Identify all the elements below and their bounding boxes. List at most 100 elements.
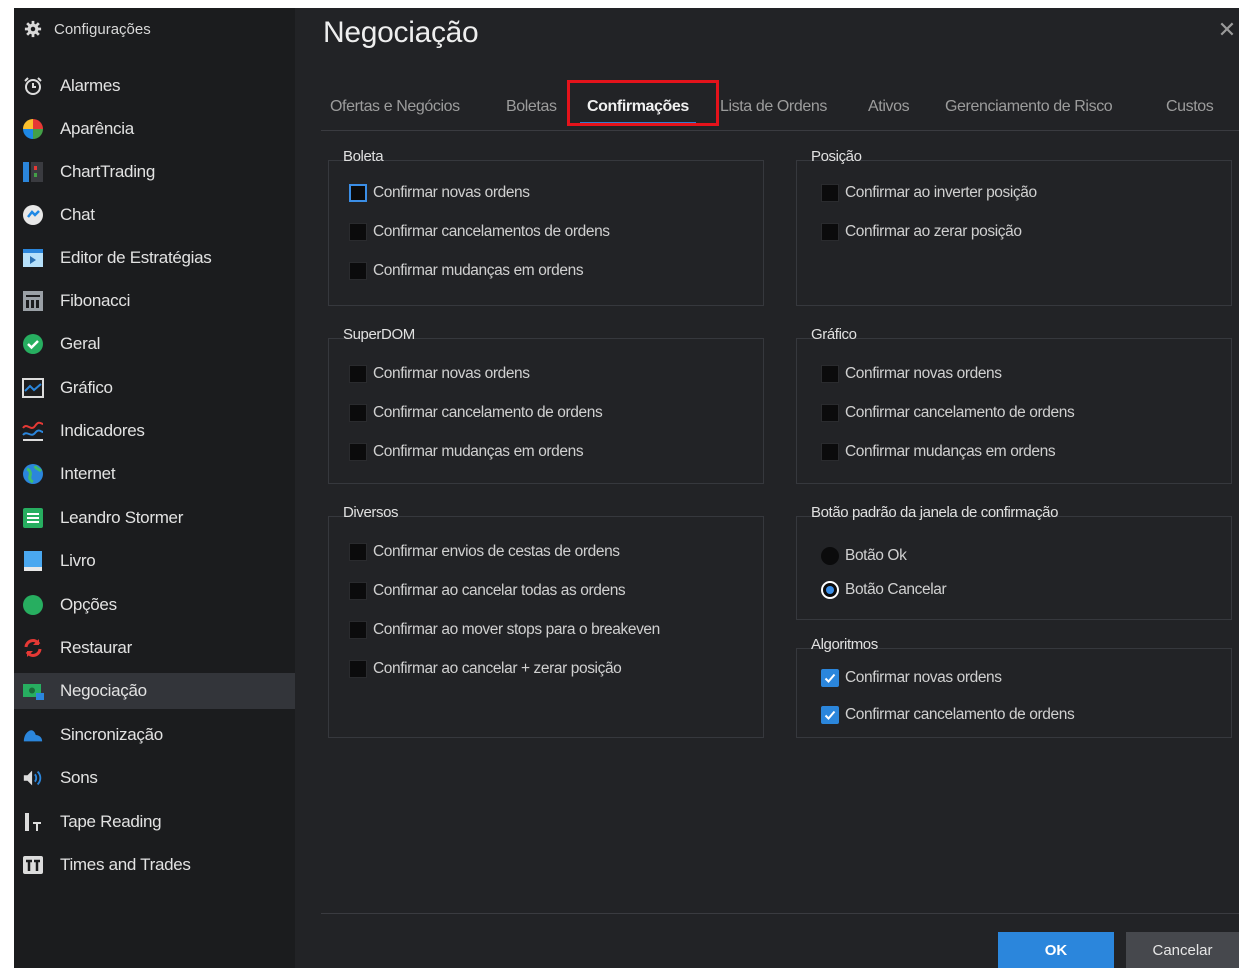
checkbox-algoritmos-cancelamento[interactable]: Confirmar cancelamento de ordens: [821, 704, 1075, 726]
checkbox[interactable]: [821, 184, 839, 202]
sidebar-item-aparencia[interactable]: Aparência: [14, 111, 295, 147]
chart-trading-icon: [22, 161, 44, 183]
sidebar-item-grafico[interactable]: Gráfico: [14, 370, 295, 406]
strategy-editor-icon: [22, 247, 44, 269]
checkbox[interactable]: [349, 365, 367, 383]
checkbox-diversos-breakeven[interactable]: Confirmar ao mover stops para o breakeve…: [349, 619, 660, 641]
checkbox[interactable]: [821, 404, 839, 422]
checkbox[interactable]: [821, 223, 839, 241]
checkbox-grafico-novas-ordens[interactable]: Confirmar novas ordens: [821, 363, 1002, 385]
group-title-boleta: Boleta: [343, 148, 384, 165]
chat-icon: [22, 204, 44, 226]
trading-icon: [22, 680, 44, 702]
checkbox-superdom-cancelamento[interactable]: Confirmar cancelamento de ordens: [349, 402, 603, 424]
checkbox-boleta-cancelamentos[interactable]: Confirmar cancelamentos de ordens: [349, 221, 610, 243]
checkbox-label: Confirmar novas ordens: [845, 669, 1002, 686]
sidebar-item-label: Internet: [60, 464, 116, 483]
checkbox-label: Confirmar cancelamentos de ordens: [373, 223, 610, 240]
restore-icon: [22, 637, 44, 659]
radio-botao-cancelar[interactable]: Botão Cancelar: [821, 579, 947, 601]
sidebar-item-negociacao[interactable]: Negociação: [14, 673, 295, 709]
checkmark-icon: [824, 710, 836, 720]
tab-custos[interactable]: Custos: [1166, 92, 1214, 128]
sidebar-item-restaurar[interactable]: Restaurar: [14, 630, 295, 666]
cancel-button[interactable]: Cancelar: [1126, 932, 1239, 968]
sidebar-item-label: Aparência: [60, 119, 134, 138]
checkbox-posicao-inverter[interactable]: Confirmar ao inverter posição: [821, 182, 1037, 204]
radio-button[interactable]: [821, 547, 839, 565]
checkbox-posicao-zerar[interactable]: Confirmar ao zerar posição: [821, 221, 1022, 243]
checkbox-label: Confirmar mudanças em ordens: [373, 443, 584, 460]
tab-ofertas-negocios[interactable]: Ofertas e Negócios: [330, 92, 460, 128]
tab-lista-ordens[interactable]: Lista de Ordens: [720, 92, 827, 128]
palette-icon: [22, 118, 44, 140]
profile-card-icon: [22, 507, 44, 529]
tab-bar: Ofertas e Negócios Boletas Confirmações …: [321, 92, 1239, 131]
book-icon: [22, 550, 44, 572]
checkbox-algoritmos-novas-ordens[interactable]: Confirmar novas ordens: [821, 667, 1002, 689]
sidebar-item-sincronizacao[interactable]: Sincronização: [14, 717, 295, 753]
checkbox[interactable]: [349, 184, 367, 202]
sidebar-item-livro[interactable]: Livro: [14, 543, 295, 579]
tab-ativos[interactable]: Ativos: [868, 92, 910, 128]
sidebar-item-fibonacci[interactable]: Fibonacci: [14, 283, 295, 319]
sidebar-item-internet[interactable]: Internet: [14, 456, 295, 492]
checkbox-label: Confirmar cancelamento de ordens: [845, 706, 1075, 723]
checkbox-superdom-novas-ordens[interactable]: Confirmar novas ordens: [349, 363, 530, 385]
sidebar-header: Configurações: [24, 16, 151, 42]
checkbox-superdom-mudancas[interactable]: Confirmar mudanças em ordens: [349, 441, 584, 463]
page-title: Negociação: [323, 16, 479, 49]
checkbox[interactable]: [349, 660, 367, 678]
checkbox[interactable]: [821, 706, 839, 724]
sidebar-item-tape-reading[interactable]: Tape Reading: [14, 804, 295, 840]
checkbox[interactable]: [349, 443, 367, 461]
sidebar-item-leandro-stormer[interactable]: Leandro Stormer: [14, 500, 295, 536]
checkbox-grafico-mudancas[interactable]: Confirmar mudanças em ordens: [821, 441, 1056, 463]
checkbox[interactable]: [821, 365, 839, 383]
sidebar-item-label: Negociação: [60, 681, 147, 700]
sidebar-item-chat[interactable]: Chat: [14, 197, 295, 233]
checkbox-label: Confirmar novas ordens: [845, 365, 1002, 382]
checkbox-boleta-novas-ordens[interactable]: Confirmar novas ordens: [349, 182, 530, 204]
radio-botao-ok[interactable]: Botão Ok: [821, 545, 907, 567]
ok-button[interactable]: OK: [998, 932, 1114, 968]
sidebar-item-opcoes[interactable]: Opções: [14, 587, 295, 623]
alarm-clock-icon: [22, 75, 44, 97]
checkbox[interactable]: [349, 404, 367, 422]
checkbox[interactable]: [349, 621, 367, 639]
checkbox[interactable]: [349, 262, 367, 280]
sidebar-item-alarmes[interactable]: Alarmes: [14, 68, 295, 104]
check-circle-icon: [22, 333, 44, 355]
group-title-botao-padrao: Botão padrão da janela de confirmação: [811, 504, 1059, 521]
radio-button[interactable]: [821, 581, 839, 599]
settings-window: Configurações Alarmes Aparência ChartTra…: [14, 8, 1239, 968]
tab-boletas[interactable]: Boletas: [506, 92, 557, 128]
sidebar-item-label: Geral: [60, 334, 101, 353]
checkbox[interactable]: [821, 443, 839, 461]
checkbox-label: Confirmar envios de cestas de ordens: [373, 543, 620, 560]
checkbox-boleta-mudancas[interactable]: Confirmar mudanças em ordens: [349, 260, 584, 282]
sidebar-item-times-and-trades[interactable]: Times and Trades: [14, 847, 295, 883]
checkbox[interactable]: [349, 582, 367, 600]
checkbox[interactable]: [821, 669, 839, 687]
group-botao-padrao: [796, 516, 1232, 620]
group-title-algoritmos: Algoritmos: [811, 636, 878, 653]
sidebar-item-editor-estrategias[interactable]: Editor de Estratégias: [14, 240, 295, 276]
radio-label: Botão Cancelar: [845, 581, 947, 598]
sidebar-item-charttrading[interactable]: ChartTrading: [14, 154, 295, 190]
sidebar-item-sons[interactable]: Sons: [14, 760, 295, 796]
close-icon[interactable]: ✕: [1215, 18, 1239, 42]
sidebar-item-label: Editor de Estratégias: [60, 248, 212, 267]
checkbox-label: Confirmar mudanças em ordens: [845, 443, 1056, 460]
checkbox-diversos-cancelar-zerar[interactable]: Confirmar ao cancelar + zerar posição: [349, 658, 622, 680]
checkbox[interactable]: [349, 543, 367, 561]
tab-gerenciamento-risco[interactable]: Gerenciamento de Risco: [945, 92, 1113, 128]
sidebar-item-indicadores[interactable]: Indicadores: [14, 413, 295, 449]
checkbox[interactable]: [349, 223, 367, 241]
checkbox-grafico-cancelamento[interactable]: Confirmar cancelamento de ordens: [821, 402, 1075, 424]
sidebar-item-label: Tape Reading: [60, 812, 162, 831]
checkbox-diversos-cestas[interactable]: Confirmar envios de cestas de ordens: [349, 541, 620, 563]
sidebar-item-geral[interactable]: Geral: [14, 326, 295, 362]
sidebar: Configurações Alarmes Aparência ChartTra…: [14, 8, 295, 968]
checkbox-diversos-cancelar-todas[interactable]: Confirmar ao cancelar todas as ordens: [349, 580, 626, 602]
